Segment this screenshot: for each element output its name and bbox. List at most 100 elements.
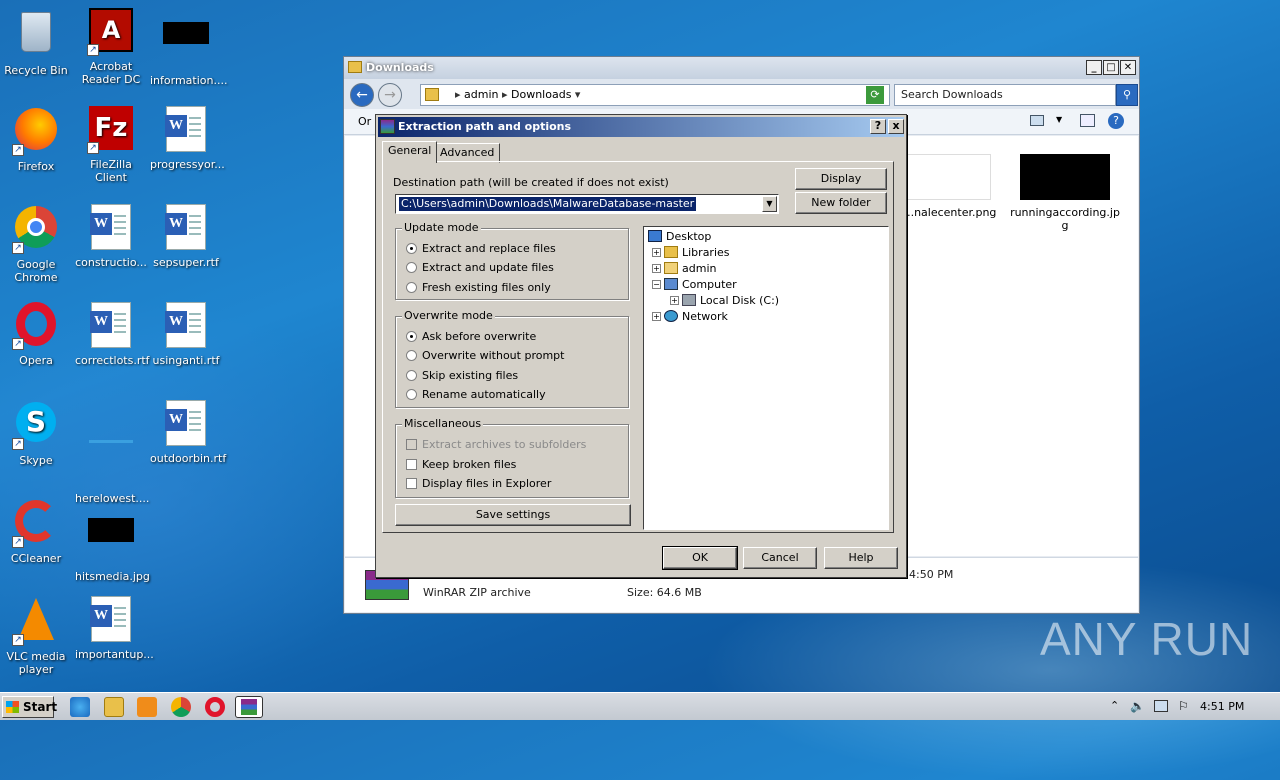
- expand-icon[interactable]: +: [652, 312, 661, 321]
- breadcrumb-downloads[interactable]: Downloads: [511, 88, 571, 101]
- dialog-titlebar[interactable]: Extraction path and options ? x: [378, 117, 904, 137]
- radio-unselected[interactable]: [406, 282, 417, 293]
- winrar-icon: [380, 119, 395, 134]
- desktop-icon-constructio[interactable]: W constructio...: [75, 204, 147, 269]
- radio-rename-auto[interactable]: Rename automatically: [406, 387, 546, 403]
- radio-extract-replace[interactable]: Extract and replace files: [406, 241, 556, 257]
- chrome-taskbar-icon[interactable]: [171, 697, 191, 717]
- desktop-icon-information[interactable]: information....: [150, 8, 227, 87]
- cancel-button[interactable]: Cancel: [743, 547, 817, 569]
- desktop-icon-hitsmedia[interactable]: hitsmedia.jpg: [75, 498, 150, 583]
- new-folder-button[interactable]: New folder: [795, 192, 887, 214]
- chevron-down-icon[interactable]: ▼: [762, 196, 777, 212]
- explorer-titlebar[interactable]: Downloads _ □ ✕: [344, 57, 1139, 79]
- breadcrumb-admin[interactable]: admin: [464, 88, 498, 101]
- search-input[interactable]: Search Downloads: [894, 84, 1116, 106]
- folder-tree[interactable]: Desktop + Libraries + admin − Computer + Loc…: [643, 226, 889, 530]
- explorer-taskbar-icon[interactable]: [104, 697, 124, 717]
- action-center-flag-icon[interactable]: ⚐: [1178, 699, 1189, 713]
- checkbox[interactable]: [406, 459, 417, 470]
- desktop-icon-usinganti[interactable]: W usinganti.rtf: [150, 302, 222, 367]
- destination-path-combo[interactable]: C:\Users\admin\Downloads\MalwareDatabase…: [395, 194, 779, 214]
- back-button[interactable]: ←: [350, 83, 374, 107]
- collapse-icon[interactable]: −: [652, 280, 661, 289]
- ok-button[interactable]: OK: [662, 546, 738, 570]
- title-close-button[interactable]: x: [888, 119, 904, 134]
- tree-node-admin[interactable]: + admin: [652, 261, 716, 277]
- desktop-icon-sepsuper[interactable]: W sepsuper.rtf: [150, 204, 222, 269]
- tab-general[interactable]: General: [382, 141, 438, 163]
- forward-button[interactable]: →: [378, 83, 402, 107]
- radio-selected[interactable]: [406, 243, 417, 254]
- expand-icon[interactable]: +: [652, 248, 661, 257]
- checkbox-keep-broken[interactable]: Keep broken files: [406, 457, 516, 473]
- file-item[interactable]: ...nalecenter.png: [900, 154, 1000, 219]
- tab-advanced[interactable]: Advanced: [434, 143, 501, 163]
- tree-node-network[interactable]: + Network: [652, 309, 728, 325]
- media-player-icon[interactable]: [137, 697, 157, 717]
- help-icon[interactable]: ?: [1108, 113, 1124, 129]
- desktop-icon-opera[interactable]: ↗ Opera: [0, 302, 72, 367]
- tree-node-libraries[interactable]: + Libraries: [652, 245, 730, 261]
- desktop-icon-acrobat[interactable]: A ↗ Acrobat Reader DC: [75, 8, 147, 86]
- desktop-icon-outdoorbin[interactable]: W outdoorbin.rtf: [150, 400, 226, 465]
- radio-unselected[interactable]: [406, 370, 417, 381]
- radio-unselected[interactable]: [406, 262, 417, 273]
- desktop-icon-firefox[interactable]: ↗ Firefox: [0, 106, 72, 173]
- view-dropdown-icon[interactable]: ▼: [1056, 115, 1062, 124]
- tree-node-desktop[interactable]: Desktop: [648, 229, 711, 245]
- radio-extract-update[interactable]: Extract and update files: [406, 260, 554, 276]
- desktop-icon-importantup[interactable]: W importantup...: [75, 596, 154, 661]
- view-icon[interactable]: [1030, 115, 1044, 126]
- preview-pane-icon[interactable]: [1080, 114, 1095, 127]
- tray-expand-icon[interactable]: ⌃: [1110, 699, 1119, 712]
- radio-ask-before[interactable]: Ask before overwrite: [406, 329, 536, 345]
- file-item[interactable]: runningaccording.jpg: [1010, 154, 1120, 232]
- organize-button[interactable]: Or: [358, 115, 371, 128]
- icon-label: hitsmedia.jpg: [75, 570, 150, 583]
- desktop-icon-chrome[interactable]: ↗ Google Chrome: [0, 204, 72, 284]
- tree-node-computer[interactable]: − Computer: [652, 277, 737, 293]
- network-tray-icon[interactable]: [1154, 700, 1168, 712]
- radio-fresh-existing[interactable]: Fresh existing files only: [406, 280, 551, 296]
- minimize-button[interactable]: _: [1086, 60, 1102, 75]
- desktop-icon-vlc[interactable]: ↗ VLC media player: [0, 596, 72, 676]
- file-name: runningaccording.jpg: [1010, 206, 1120, 232]
- radio-skip-existing[interactable]: Skip existing files: [406, 368, 518, 384]
- checkbox[interactable]: [406, 478, 417, 489]
- expand-icon[interactable]: +: [652, 264, 661, 273]
- checkbox-display-explorer[interactable]: Display files in Explorer: [406, 476, 551, 492]
- desktop-icon-ccleaner[interactable]: ↗ CCleaner: [0, 498, 72, 565]
- desktop-icon-recycle-bin[interactable]: Recycle Bin: [0, 8, 72, 77]
- ie-icon[interactable]: [70, 697, 90, 717]
- start-button[interactable]: Start: [2, 696, 57, 718]
- clock[interactable]: 4:51 PM: [1200, 693, 1244, 721]
- icon-label: Opera: [19, 354, 53, 367]
- address-bar[interactable]: ▸ admin ▸ Downloads ▾ ▼: [420, 84, 890, 106]
- explorer-navbar: ← → ▸ admin ▸ Downloads ▾ ▼ ⟳ Search Dow…: [344, 79, 1139, 109]
- radio-unselected[interactable]: [406, 350, 417, 361]
- display-button[interactable]: Display: [795, 168, 887, 190]
- radio-overwrite-without[interactable]: Overwrite without prompt: [406, 348, 564, 364]
- expand-icon[interactable]: +: [670, 296, 679, 305]
- image-thumbnail: [905, 154, 991, 200]
- desktop-icon-herelowest[interactable]: herelowest....: [75, 400, 149, 505]
- title-help-button[interactable]: ?: [870, 119, 886, 134]
- winrar-taskbar-button[interactable]: [235, 696, 263, 718]
- tree-label: Local Disk (C:): [700, 294, 780, 307]
- volume-icon[interactable]: 🔈: [1130, 699, 1145, 713]
- desktop-icon-progressyor[interactable]: W progressyor...: [150, 106, 225, 171]
- save-settings-button[interactable]: Save settings: [395, 504, 631, 526]
- desktop-icon-skype[interactable]: S ↗ Skype: [0, 400, 72, 467]
- maximize-button[interactable]: □: [1103, 60, 1119, 75]
- desktop-icon-filezilla[interactable]: Fz ↗ FileZilla Client: [75, 106, 147, 184]
- radio-unselected[interactable]: [406, 389, 417, 400]
- close-button[interactable]: ✕: [1120, 60, 1136, 75]
- search-icon[interactable]: ⚲: [1116, 84, 1138, 106]
- help-button[interactable]: Help: [824, 547, 898, 569]
- desktop-icon-correctlots[interactable]: W correctlots.rtf: [75, 302, 150, 367]
- opera-taskbar-icon[interactable]: [205, 697, 225, 717]
- tree-node-local-disk[interactable]: + Local Disk (C:): [670, 293, 779, 309]
- refresh-icon[interactable]: ⟳: [866, 86, 884, 104]
- radio-selected[interactable]: [406, 331, 417, 342]
